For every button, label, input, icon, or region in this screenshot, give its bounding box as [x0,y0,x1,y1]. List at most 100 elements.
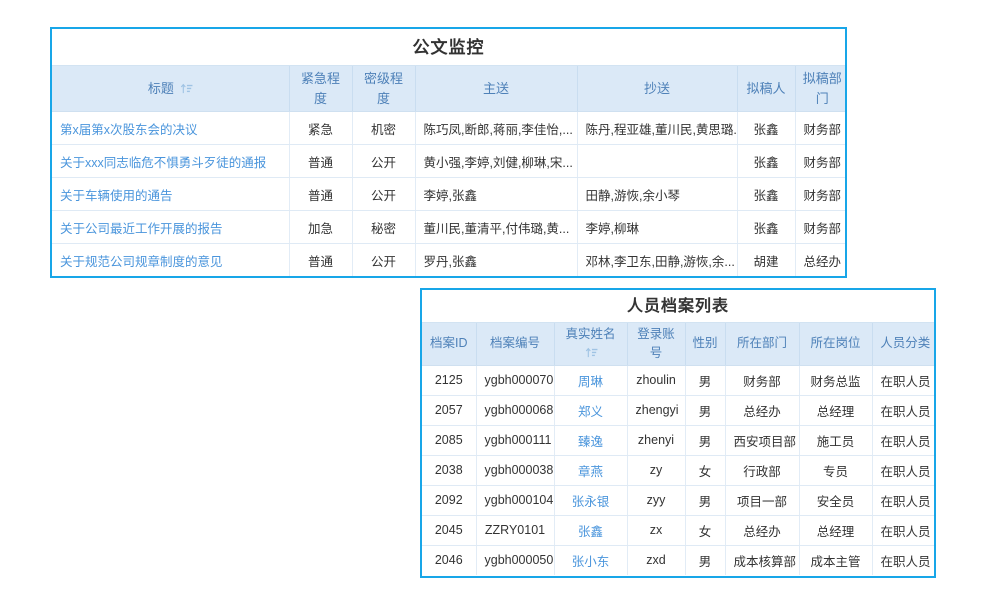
table-cell: 男 [685,425,725,455]
personnel-archive-table: 档案ID档案编号真实姓名登录账号性别所在部门所在岗位人员分类 2125ygbh0… [422,322,936,575]
table-cell: 在职人员 [872,395,936,425]
table-cell: ygbh000068 [476,395,554,425]
column-header[interactable]: 标题 [52,66,289,112]
table-cell: 陈丹,程亚雄,董川民,黄思璐... [577,112,737,145]
table-cell: ZZRY0101 [476,515,554,545]
table-cell: 公开 [352,244,415,277]
table-cell: 安全员 [799,485,872,515]
table-cell: 2092 [422,485,476,515]
column-header: 登录账号 [627,323,685,366]
table-cell: 在职人员 [872,485,936,515]
table-cell: 普通 [289,244,352,277]
header-row: 标题 紧急程度密级程度主送抄送拟稿人拟稿部门 [52,66,847,112]
table-cell: 2045 [422,515,476,545]
table-cell: zxd [627,545,685,575]
table-cell: 普通 [289,145,352,178]
column-label: 密级程度 [364,71,403,106]
table-cell: 张鑫 [737,145,795,178]
table-cell: zx [627,515,685,545]
table-cell: 邓林,李卫东,田静,游恢,余... [577,244,737,277]
table-cell: 行政部 [725,455,799,485]
column-header[interactable]: 真实姓名 [554,323,627,366]
table-cell: 紧急 [289,112,352,145]
column-label: 档案ID [430,336,468,350]
table-cell: 2046 [422,545,476,575]
table-cell: zhengyi [627,395,685,425]
link-cell[interactable]: 关于xxx同志临危不惧勇斗歹徒的通报 [52,145,289,178]
link-cell[interactable]: 臻逸 [554,425,627,455]
table-cell: 财务部 [795,112,847,145]
table-cell: 财务部 [795,145,847,178]
table-cell: 总经办 [725,515,799,545]
column-header: 所在部门 [725,323,799,366]
table-cell: 在职人员 [872,365,936,395]
link-cell[interactable]: 关于车辆使用的通告 [52,178,289,211]
table-cell: zhoulin [627,365,685,395]
table-cell: 财务总监 [799,365,872,395]
link-cell[interactable]: 章燕 [554,455,627,485]
table-row: 第x届第x次股东会的决议紧急机密陈巧凤,断郎,蒋丽,李佳怡,...陈丹,程亚雄,… [52,112,847,145]
column-label: 抄送 [644,81,670,96]
table-row: 2092ygbh000104张永银zyy男项目一部安全员在职人员 [422,485,936,515]
table-cell: 黄小强,李婷,刘健,柳琳,宋... [415,145,577,178]
table-cell: 总经办 [795,244,847,277]
table-cell: 2057 [422,395,476,425]
column-label: 人员分类 [880,336,930,350]
table-cell: 张鑫 [737,178,795,211]
column-header: 性别 [685,323,725,366]
table-cell: 机密 [352,112,415,145]
personnel-archive-body: 2125ygbh000070周琳zhoulin男财务部财务总监在职人员2057y… [422,365,936,575]
table-cell: 总经办 [725,395,799,425]
column-label: 登录账号 [637,327,675,360]
table-cell: 2085 [422,425,476,455]
table-cell: 在职人员 [872,425,936,455]
table-row: 关于xxx同志临危不惧勇斗歹徒的通报普通公开黄小强,李婷,刘健,柳琳,宋...张… [52,145,847,178]
table-row: 2045ZZRY0101张鑫zx女总经办总经理在职人员 [422,515,936,545]
table-cell: 李婷,张鑫 [415,178,577,211]
column-header: 所在岗位 [799,323,872,366]
link-cell[interactable]: 第x届第x次股东会的决议 [52,112,289,145]
table-row: 2046ygbh000050张小东zxd男成本核算部成本主管在职人员 [422,545,936,575]
table-cell: 在职人员 [872,515,936,545]
table-cell: 公开 [352,178,415,211]
table-cell: ygbh000038 [476,455,554,485]
header-row: 档案ID 档案编号真实姓名登录账号性别所在部门 所在岗位 人员分类 [422,323,936,366]
table-cell: 2125 [422,365,476,395]
table-cell: 成本主管 [799,545,872,575]
link-cell[interactable]: 关于公司最近工作开展的报告 [52,211,289,244]
link-cell[interactable]: 周琳 [554,365,627,395]
table-cell: 成本核算部 [725,545,799,575]
column-header: 抄送 [577,66,737,112]
table-cell: 财务部 [795,211,847,244]
table-cell: 项目一部 [725,485,799,515]
table-cell: 董川民,董清平,付伟璐,黄... [415,211,577,244]
table-cell: ygbh000070 [476,365,554,395]
table-cell: 男 [685,545,725,575]
table-cell: 普通 [289,178,352,211]
personnel-archive-title: 人员档案列表 [422,290,934,322]
column-label: 主送 [483,81,509,96]
table-cell: 2038 [422,455,476,485]
table-cell: 田静,游恢,余小琴 [577,178,737,211]
column-label: 拟稿部门 [803,71,842,106]
column-label: 档案编号 [490,336,540,350]
link-cell[interactable]: 张鑫 [554,515,627,545]
table-cell: 总经理 [799,515,872,545]
column-label: 所在岗位 [810,336,860,350]
sort-icon[interactable] [585,347,598,358]
link-cell[interactable]: 张小东 [554,545,627,575]
table-cell: zy [627,455,685,485]
table-cell: 男 [685,395,725,425]
column-header: 档案ID [422,323,476,366]
sort-icon[interactable] [180,83,193,94]
link-cell[interactable]: 关于规范公司规章制度的意见 [52,244,289,277]
table-cell: 秘密 [352,211,415,244]
table-cell: zyy [627,485,685,515]
table-cell: 施工员 [799,425,872,455]
column-header: 紧急程度 [289,66,352,112]
column-label: 所在部门 [737,336,787,350]
table-cell: 在职人员 [872,455,936,485]
column-label: 标题 [148,81,174,96]
link-cell[interactable]: 郑义 [554,395,627,425]
link-cell[interactable]: 张永银 [554,485,627,515]
